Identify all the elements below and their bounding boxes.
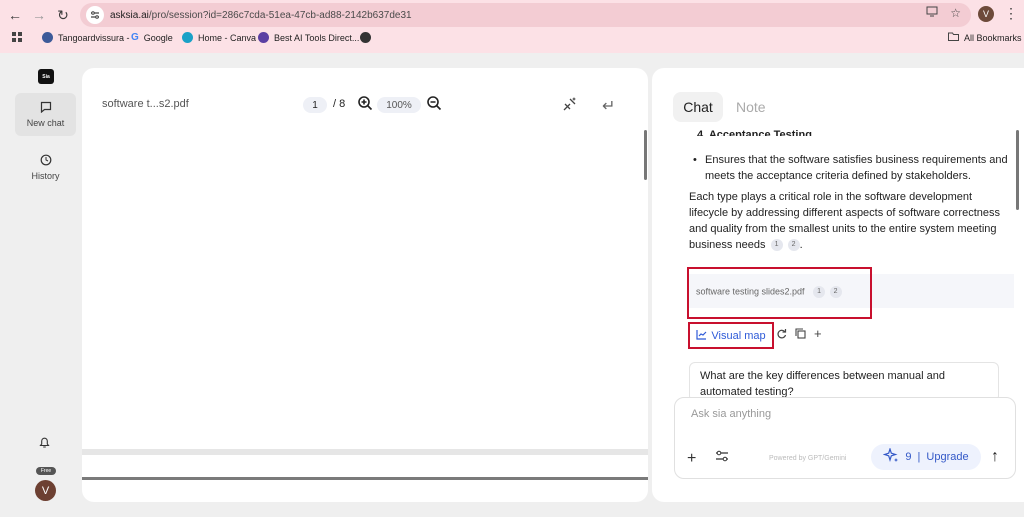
reload-icon[interactable]: ↻	[52, 4, 74, 26]
powered-by-text: Powered by GPT/Gemini	[769, 455, 847, 462]
zoom-level: 100%	[377, 97, 421, 113]
zoom-in-icon[interactable]	[357, 95, 373, 114]
pdf-file-name: software t...s2.pdf	[102, 98, 189, 110]
pdf-viewer: software t...s2.pdf 1 / 8 100% ↵	[82, 68, 648, 502]
send-arrow-icon[interactable]: ↑	[991, 448, 999, 466]
copy-icon[interactable]	[795, 328, 806, 342]
citation-badge[interactable]: 2	[787, 239, 800, 252]
return-icon[interactable]: ↵	[602, 96, 615, 116]
history-button[interactable]: History	[15, 146, 76, 189]
bookmark-canva[interactable]: Home - Canva	[182, 32, 256, 43]
apps-icon[interactable]	[12, 32, 23, 43]
select-area-icon[interactable]	[561, 95, 579, 116]
credit-count: 9	[905, 451, 912, 463]
upgrade-label: Upgrade	[926, 451, 969, 463]
chat-input[interactable]: Ask sia anything + Powered by GPT/Gemini…	[674, 397, 1016, 479]
site-settings-icon[interactable]	[86, 6, 104, 24]
wordpress-icon	[42, 32, 53, 43]
message-actions: +	[776, 327, 822, 342]
history-label: History	[31, 171, 60, 181]
sia-logo[interactable]: Sia	[38, 69, 54, 84]
new-chat-label: New chat	[26, 118, 65, 128]
profile-avatar[interactable]: V	[978, 6, 994, 22]
chat-input-placeholder: Ask sia anything	[691, 408, 772, 420]
answer-bullet: Ensures that the software satisfies busi…	[693, 152, 1015, 184]
user-avatar[interactable]: V	[35, 480, 56, 501]
url-text: asksia.ai/pro/session?id=286c7cda-51ea-4…	[110, 9, 412, 21]
bookmark-best-ai-tools[interactable]: Best AI Tools Direct...	[258, 32, 359, 43]
upgrade-separator: |	[917, 451, 921, 463]
plan-badge: Free	[36, 467, 56, 475]
star-icon[interactable]: ☆	[950, 6, 961, 20]
page-total: / 8	[333, 98, 346, 110]
canva-icon	[182, 32, 193, 43]
upgrade-button[interactable]: 9 | Upgrade	[871, 444, 981, 470]
bookmark-google[interactable]: G Google	[131, 32, 173, 43]
settings-sliders-icon[interactable]	[715, 450, 729, 465]
visual-map-button[interactable]: Visual map	[688, 322, 774, 349]
page-bottom-edge	[82, 477, 648, 480]
address-bar[interactable]: asksia.ai/pro/session?id=286c7cda-51ea-4…	[80, 3, 971, 27]
answer-paragraph: Each type plays a critical role in the s…	[689, 191, 1001, 252]
chat-scrollbar[interactable]	[1016, 130, 1019, 210]
follow-up-question[interactable]: What are the key differences between man…	[689, 362, 999, 402]
google-icon: G	[131, 32, 139, 43]
ai-tools-icon	[258, 32, 269, 43]
bookmarks-bar: Tangoardvissura - G Google Home - Canva …	[0, 30, 1024, 50]
source-highlight-box	[687, 267, 872, 319]
bell-icon[interactable]	[38, 435, 51, 452]
bookmark-tangoardvissura[interactable]: Tangoardvissura -	[42, 32, 130, 43]
page-number-input[interactable]: 1	[303, 97, 327, 113]
add-attachment-icon[interactable]: +	[687, 450, 696, 468]
visual-map-label: Visual map	[711, 329, 766, 342]
browser-toolbar: ← → ↻ asksia.ai/pro/session?id=286c7cda-…	[0, 0, 1024, 53]
back-icon[interactable]: ←	[4, 4, 26, 26]
tab-note[interactable]: Note	[736, 99, 766, 115]
answer-paragraph-text: Each type plays a critical role in the s…	[689, 191, 1001, 251]
all-bookmarks[interactable]: All Bookmarks	[948, 32, 1022, 43]
page-divider	[82, 449, 648, 455]
regenerate-icon[interactable]	[776, 328, 787, 342]
chart-icon	[696, 329, 707, 343]
pdf-scrollbar[interactable]	[644, 130, 647, 180]
folder-icon	[948, 32, 959, 43]
history-icon	[40, 154, 52, 168]
tab-chat[interactable]: Chat	[673, 92, 723, 122]
clipped-heading: 4. Acceptance Testing	[697, 129, 812, 136]
cast-icon[interactable]	[926, 6, 938, 20]
sparkle-icon	[882, 446, 899, 467]
chat-panel: Chat Note 4. Acceptance Testing Ensures …	[652, 68, 1024, 502]
chat-bubble-icon	[40, 101, 52, 115]
menu-icon[interactable]: ⋮	[1004, 5, 1018, 22]
forward-icon[interactable]: →	[28, 4, 50, 26]
zoom-out-icon[interactable]	[426, 95, 442, 114]
plus-icon[interactable]: +	[814, 327, 822, 342]
app-sidebar: Sia New chat History Free V	[0, 53, 82, 517]
globe-icon[interactable]	[360, 32, 371, 43]
citation-badge[interactable]: 1	[770, 239, 783, 252]
new-chat-button[interactable]: New chat	[15, 93, 76, 136]
